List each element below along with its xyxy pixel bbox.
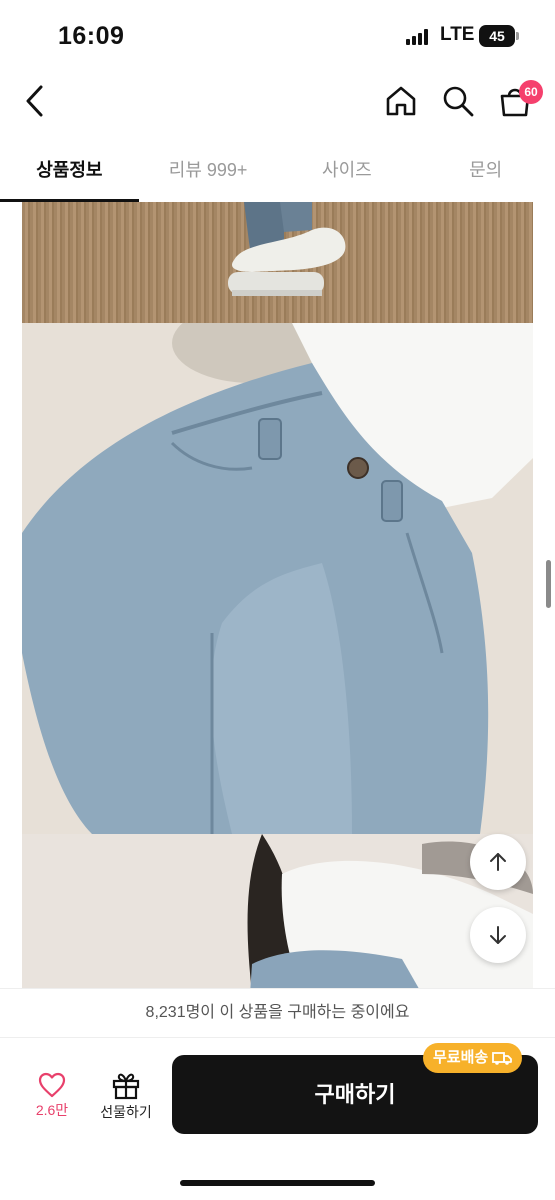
- product-image-jeans-side: [22, 834, 533, 988]
- free-shipping-label: 무료배송: [433, 1049, 489, 1066]
- like-button[interactable]: 2.6만: [26, 1072, 78, 1120]
- network-label: LTE: [440, 24, 475, 45]
- tab-inquiry[interactable]: 문의: [416, 140, 555, 202]
- product-tabs: 상품정보 리뷰 999+ 사이즈 문의: [0, 140, 555, 202]
- product-image-jeans-front: [22, 323, 533, 834]
- arrow-down-icon: [490, 926, 506, 944]
- product-image-shoes: [22, 202, 533, 323]
- gift-button[interactable]: 선물하기: [92, 1072, 160, 1122]
- home-indicator: [180, 1180, 375, 1186]
- purchase-activity-text: 8,231명이 이 상품을 구매하는 중이에요: [0, 988, 555, 1038]
- truck-icon: [492, 1052, 513, 1065]
- signal-icon: [406, 29, 430, 45]
- search-icon[interactable]: [441, 84, 475, 118]
- tab-size[interactable]: 사이즈: [278, 140, 417, 202]
- cart-count-badge: 60: [519, 80, 543, 104]
- tab-product-info[interactable]: 상품정보: [0, 140, 139, 202]
- scroll-indicator[interactable]: [546, 560, 551, 608]
- home-icon[interactable]: [384, 84, 418, 118]
- heart-icon: [38, 1072, 66, 1098]
- free-shipping-badge: 무료배송: [423, 1043, 523, 1073]
- bottom-action-bar: 2.6만 선물하기 구매하기 무료배송: [0, 1038, 555, 1148]
- scroll-down-button[interactable]: [470, 907, 526, 963]
- scroll-up-button[interactable]: [470, 834, 526, 890]
- gift-icon: [112, 1073, 140, 1100]
- status-time: 16:09: [58, 22, 125, 50]
- back-icon[interactable]: [20, 84, 50, 118]
- status-bar: 16:09 LTE 45: [0, 0, 555, 72]
- nav-header: [0, 72, 555, 136]
- battery-icon: 45: [479, 25, 519, 47]
- like-count: 2.6만: [35, 1102, 69, 1118]
- tab-reviews[interactable]: 리뷰 999+: [139, 140, 278, 202]
- arrow-up-icon: [490, 853, 506, 871]
- gift-label: 선물하기: [100, 1104, 152, 1120]
